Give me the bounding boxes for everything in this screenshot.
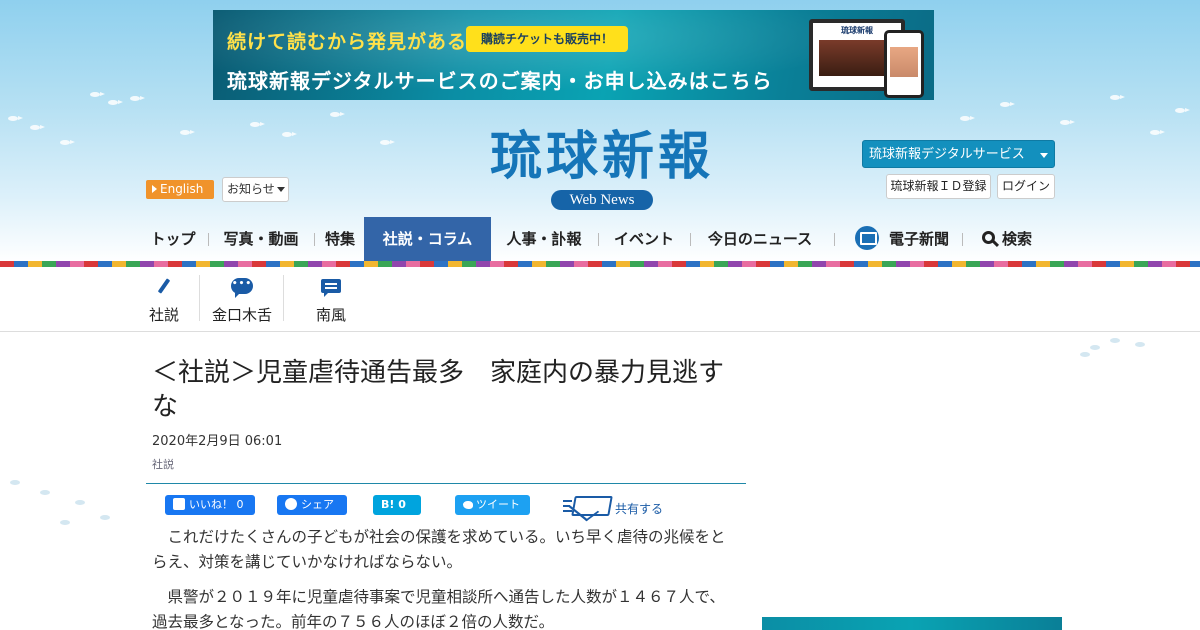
subnav-item-editorial[interactable]: 社説 [142,275,186,327]
twitter-bird-icon [463,501,473,509]
caret-down-icon [276,187,285,192]
article-paragraph: 県警が２０１９年に児童虐待事案で児童相談所へ通告した人数が１４６７人で、過去最多… [152,588,725,630]
share-more-label: 共有する [615,502,664,516]
fb-share-label: シェア [301,498,334,511]
subnav-label: 社説 [148,306,179,324]
nav-separator [834,233,835,246]
login-button[interactable]: ログイン [997,174,1055,199]
digital-service-banner[interactable]: 続けて読むから発見がある 購読チケットも販売中！ 琉球新報デジタルサービスのご案… [213,10,934,100]
notice-dropdown[interactable]: お知らせ [222,177,289,202]
divider [146,483,746,484]
hatena-bookmark-button[interactable]: B! 0 [373,495,421,515]
digital-service-dropdown[interactable]: 琉球新報デジタルサービス [862,140,1055,168]
banner-tagline: 続けて読むから発見がある [227,31,468,53]
nav-item-todays-news[interactable]: 今日のニュース [700,217,820,261]
nav-item-editorial-column[interactable]: 社説・コラム [364,217,491,261]
article-headline: ＜社説＞児童虐待通告最多 家庭内の暴力見逃すな [152,358,725,422]
pen-icon [157,278,171,294]
site-logo[interactable]: 琉球新報 Web News [452,128,752,210]
play-arrow-icon [152,185,157,193]
facebook-like-button[interactable]: いいね！ 0 [165,495,255,515]
message-icon [321,279,341,297]
article-paragraph: これだけたくさんの子どもが社会の保護を求めている。いち早く虐待の兆候をとらえ、対… [152,528,726,571]
article-date: 2020年2月9日 06:01 [152,434,283,449]
tweet-label: ツイート [476,498,520,511]
nav-separator [208,233,209,246]
logo-subtitle: Web News [551,190,653,210]
notice-label: お知らせ [227,182,275,196]
facebook-share-button[interactable]: シェア [277,495,347,515]
main-nav: トップ 写真・動画 特集 社説・コラム 人事・訃報 イベント 今日のニュース 電… [140,217,1060,261]
subnav-item-kinkuchi[interactable]: ••• 金口木舌 [206,275,278,327]
caret-down-icon [1040,153,1048,158]
nav-item-top[interactable]: トップ [140,217,206,261]
nav-separator [962,233,963,246]
search-label: 検索 [1001,230,1032,248]
subnav-item-haebaru[interactable]: 南風 [306,275,356,327]
thumbs-up-icon [173,498,185,510]
nav-item-personnel-obituary[interactable]: 人事・訃報 [498,217,590,261]
banner-headline: 琉球新報デジタルサービスのご案内・お申し込みはこちら [227,69,773,93]
subnav-separator [283,275,284,321]
subnav-label: 南風 [315,306,346,324]
nav-item-e-newspaper[interactable]: 電子新聞 [852,217,952,261]
banner-ticket-badge: 購読チケットも販売中！ [466,26,628,52]
nav-separator [598,233,599,246]
subnav-label: 金口木舌 [211,306,272,324]
search-icon [981,231,995,244]
fb-like-label: いいね！ 0 [189,498,244,511]
facebook-icon [285,498,297,510]
tweet-button[interactable]: ツイート [455,495,530,515]
phone-illustration [884,30,924,98]
english-label: English [160,182,204,196]
subnav-separator [199,275,200,321]
nav-item-search[interactable]: 検索 [978,217,1036,261]
nav-separator [314,233,315,246]
article-category[interactable]: 社説 [152,456,174,472]
nav-item-photo-video[interactable]: 写真・動画 [216,217,306,261]
sub-nav: 社説 ••• 金口木舌 南風 [0,267,1200,332]
english-button[interactable]: English [146,180,214,199]
id-register-button[interactable]: 琉球新報ＩＤ登録 [886,174,991,199]
chat-bubble-icon: ••• [231,278,253,298]
logo-title: 琉球新報 [489,126,714,187]
monitor-icon [854,225,879,250]
sidebar-ad-banner[interactable] [762,617,1062,630]
digital-service-label: 琉球新報デジタルサービス [869,147,1025,162]
nav-item-events[interactable]: イベント [606,217,682,261]
nav-item-features[interactable]: 特集 [318,217,362,261]
nav-separator [690,233,691,246]
e-newspaper-label: 電子新聞 [888,230,949,248]
